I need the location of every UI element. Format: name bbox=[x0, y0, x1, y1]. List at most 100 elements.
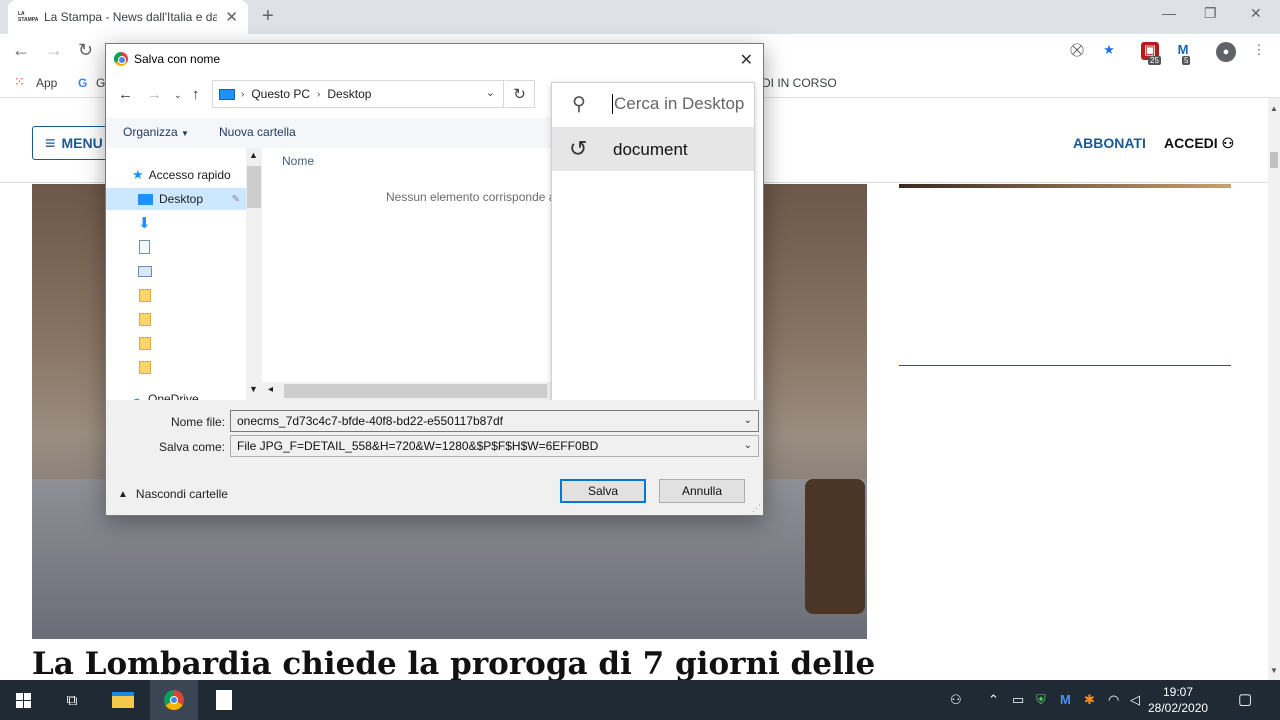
notifications-icon[interactable]: ▢ bbox=[1238, 690, 1252, 708]
search-box[interactable]: ⚲ bbox=[552, 83, 754, 127]
system-clock[interactable]: 19:07 28/02/2020 bbox=[1148, 684, 1208, 716]
show-hidden-icons-icon[interactable]: ⌃ bbox=[988, 692, 999, 708]
nav-folder[interactable] bbox=[106, 284, 246, 306]
cancel-button[interactable]: Annulla bbox=[659, 479, 745, 503]
nav-folder[interactable] bbox=[106, 332, 246, 354]
nav-desktop[interactable]: Desktop ✎ bbox=[106, 188, 246, 210]
scroll-left-icon[interactable]: ◂ bbox=[268, 384, 273, 395]
google-icon[interactable]: G bbox=[78, 76, 87, 90]
nav-scroll-thumb[interactable] bbox=[247, 166, 261, 208]
chrome-taskbar-icon[interactable] bbox=[150, 680, 198, 720]
scroll-up-icon[interactable]: ▲ bbox=[249, 150, 258, 160]
file-explorer-icon[interactable] bbox=[100, 680, 146, 720]
cloud-tray-icon[interactable]: ✱ bbox=[1084, 692, 1095, 708]
article-headline[interactable]: La Lombardia chiede la proroga di 7 gior… bbox=[32, 646, 875, 680]
nav-downloads[interactable]: ⬇ bbox=[106, 212, 246, 234]
star-icon: ★ bbox=[132, 167, 144, 182]
scroll-down-icon[interactable]: ▼ bbox=[249, 384, 258, 394]
chevron-down-icon[interactable]: ⌄ bbox=[744, 440, 752, 451]
nav-folder[interactable] bbox=[106, 356, 246, 378]
file-hscroll-thumb[interactable] bbox=[284, 384, 547, 398]
filename-field[interactable]: onecms_7d73c4c7-bfde-40f8-bd22-e550117b8… bbox=[230, 410, 759, 432]
new-folder-button[interactable]: Nuova cartella bbox=[219, 125, 296, 139]
volume-icon[interactable]: ◁ bbox=[1130, 692, 1140, 708]
breadcrumb-chevron-icon[interactable]: › bbox=[317, 89, 320, 100]
tab-close-icon[interactable]: ✕ bbox=[225, 8, 238, 26]
notepad-taskbar-icon[interactable] bbox=[202, 680, 246, 720]
breadcrumb-desktop[interactable]: Desktop bbox=[327, 87, 371, 101]
battery-icon[interactable]: ▭ bbox=[1012, 692, 1024, 708]
hide-folders-toggle[interactable]: ▲ Nascondi cartelle bbox=[118, 487, 228, 501]
back-icon[interactable]: ← bbox=[12, 40, 30, 61]
document-icon bbox=[216, 690, 232, 710]
savetype-select[interactable]: File JPG_F=DETAIL_558&H=720&W=1280&$P$F$… bbox=[230, 435, 759, 457]
nav-folder[interactable] bbox=[106, 308, 246, 330]
savetype-label: Salva come: bbox=[158, 440, 225, 454]
tab-strip: LA STAMPA La Stampa - News dall'Italia e… bbox=[0, 0, 1280, 34]
page-scroll-thumb[interactable] bbox=[1270, 152, 1278, 168]
favicon-icon: LA STAMPA bbox=[18, 11, 39, 23]
filename-label: Nome file: bbox=[170, 415, 225, 429]
column-name-header[interactable]: Nome bbox=[282, 154, 314, 168]
close-window-icon[interactable]: ✕ bbox=[1250, 5, 1262, 22]
cloud-icon: ☁ bbox=[130, 392, 142, 400]
restore-icon[interactable]: ❐ bbox=[1204, 5, 1217, 22]
refresh-icon[interactable]: ↻ bbox=[505, 80, 535, 108]
up-icon[interactable]: ↑ bbox=[192, 86, 200, 103]
menu-dots-icon[interactable]: ⋮ bbox=[1250, 42, 1268, 60]
reload-icon[interactable]: ↻ bbox=[78, 40, 93, 61]
nav-quick-access[interactable]: ★ Accesso rapido bbox=[106, 164, 246, 186]
search-suggestion[interactable]: ↺ document bbox=[552, 127, 754, 171]
blocked-site-icon[interactable]: ⛒ bbox=[1068, 42, 1086, 60]
folder-icon bbox=[139, 336, 151, 350]
mail-tray-icon[interactable]: M bbox=[1060, 692, 1071, 707]
nav-pictures[interactable] bbox=[106, 260, 246, 282]
nav-scrollbar[interactable]: ▲ ▼ bbox=[246, 148, 262, 400]
nav-onedrive[interactable]: ☁ OneDrive bbox=[106, 388, 246, 400]
login-link[interactable]: ACCEDI ⚇ bbox=[1164, 135, 1234, 152]
hide-folders-label: Nascondi cartelle bbox=[135, 487, 228, 501]
resize-grip-icon[interactable]: ⋰ bbox=[752, 503, 761, 514]
nav-documents[interactable] bbox=[106, 236, 246, 258]
browser-tab[interactable]: LA STAMPA La Stampa - News dall'Italia e… bbox=[8, 0, 248, 34]
file-list[interactable]: Nome ⌃ Nessun elemento corrisponde ai cr… bbox=[266, 148, 551, 400]
empty-message: Nessun elemento corrisponde ai criteri d… bbox=[386, 190, 551, 204]
file-hscrollbar[interactable]: ◂ bbox=[262, 382, 551, 400]
clock-time: 19:07 bbox=[1162, 685, 1194, 699]
forward-icon[interactable]: → bbox=[147, 86, 162, 103]
bookmark-live[interactable]: DI IN CORSO bbox=[762, 76, 837, 90]
search-icon: ⚲ bbox=[572, 94, 586, 115]
nav-desktop-label: Desktop bbox=[159, 192, 204, 206]
people-icon[interactable]: ⚇ bbox=[950, 692, 962, 708]
apps-grid-icon[interactable]: ⁙ bbox=[14, 74, 25, 90]
organize-button[interactable]: Organizza ▼ bbox=[123, 125, 189, 139]
bookmark-apps[interactable]: App bbox=[36, 76, 57, 90]
task-view-icon[interactable]: ⧉ bbox=[52, 680, 92, 720]
profile-icon[interactable]: ● bbox=[1216, 42, 1236, 62]
bookmark-google[interactable]: G bbox=[96, 76, 105, 90]
new-tab-icon[interactable]: + bbox=[262, 5, 274, 28]
back-icon[interactable]: ← bbox=[118, 86, 133, 103]
address-dropdown-icon[interactable]: ⌄ bbox=[486, 86, 495, 99]
forward-icon[interactable]: → bbox=[45, 40, 63, 61]
security-shield-icon[interactable]: ⛨ bbox=[1036, 692, 1046, 708]
scroll-down-icon[interactable]: ▼ bbox=[1270, 666, 1278, 675]
dialog-titlebar[interactable]: Salva con nome bbox=[106, 44, 763, 74]
scroll-up-icon[interactable]: ▲ bbox=[1270, 104, 1278, 113]
breadcrumb-chevron-icon[interactable]: › bbox=[241, 89, 244, 100]
recent-locations-icon[interactable]: ⌄ bbox=[174, 90, 182, 101]
chevron-down-icon[interactable]: ⌄ bbox=[744, 415, 752, 426]
save-button[interactable]: Salva bbox=[560, 479, 646, 503]
address-bar[interactable]: › Questo PC › Desktop ⌄ bbox=[212, 80, 504, 108]
wifi-icon[interactable]: ◠ bbox=[1108, 692, 1119, 708]
breadcrumb-this-pc[interactable]: Questo PC bbox=[251, 87, 310, 101]
minimize-icon[interactable]: — bbox=[1162, 5, 1176, 21]
bookmark-star-icon[interactable]: ★ bbox=[1100, 42, 1118, 60]
start-button[interactable] bbox=[0, 680, 46, 720]
search-input[interactable] bbox=[612, 94, 752, 114]
dialog-title: Salva con nome bbox=[134, 52, 221, 66]
dialog-close-icon[interactable]: ✕ bbox=[740, 50, 753, 70]
subscribe-link[interactable]: ABBONATI bbox=[1073, 135, 1146, 151]
login-label: ACCEDI bbox=[1164, 135, 1218, 151]
page-scrollbar[interactable]: ▲ ▼ bbox=[1268, 98, 1280, 680]
